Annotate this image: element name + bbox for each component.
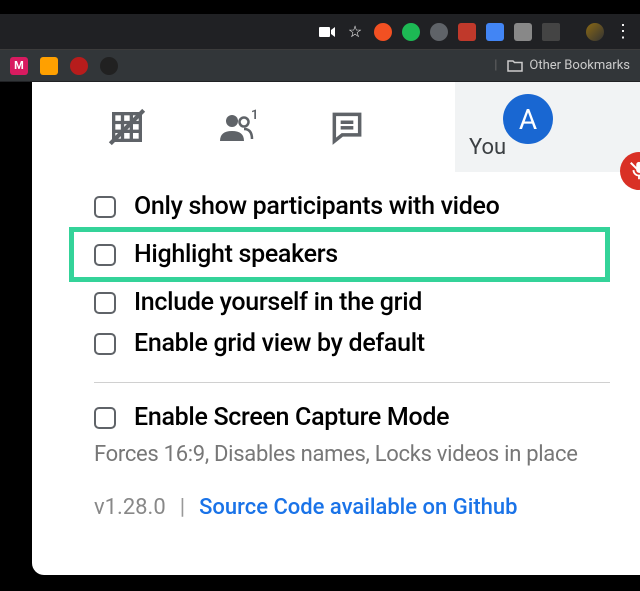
folder-icon [507,59,523,72]
browser-top-strip [0,0,640,14]
people-tab[interactable]: 1 [182,109,292,145]
option-label: Highlight speakers [134,240,338,269]
extension-icon[interactable] [374,23,392,41]
extension-icon[interactable] [542,23,560,41]
svg-text:1: 1 [251,109,258,123]
mic-off-icon [628,160,640,182]
source-link[interactable]: Source Code available on Github [199,495,517,520]
star-icon[interactable]: ☆ [346,23,364,41]
option-highlight-speakers[interactable]: Highlight speakers [94,238,565,271]
checkbox[interactable] [94,196,116,218]
avatar: A [503,94,553,144]
bookmark-icon[interactable]: M [10,57,28,75]
option-include-yourself[interactable]: Include yourself in the grid [94,282,610,323]
grid-off-icon [107,107,147,147]
people-icon: 1 [214,109,260,145]
highlight-annotation: Highlight speakers [69,227,610,282]
divider [94,382,610,383]
checkbox[interactable] [94,333,116,355]
option-description: Forces 16:9, Disables names, Locks video… [94,438,610,467]
checkbox[interactable] [94,292,116,314]
settings-panel: 1 You A [32,82,640,575]
panel-footer: v1.28.0 | Source Code available on Githu… [94,467,610,520]
meeting-stage: 1 You A [0,82,640,591]
option-label: Enable Screen Capture Mode [134,403,449,432]
checkbox[interactable] [94,244,116,266]
option-screen-capture[interactable]: Enable Screen Capture Mode [94,397,610,438]
extension-icon[interactable] [402,23,420,41]
chat-icon [328,108,366,146]
avatar-initial: A [519,103,537,136]
option-default-grid[interactable]: Enable grid view by default [94,323,610,364]
camera-icon[interactable] [318,23,336,41]
version-label: v1.28.0 [94,495,166,520]
separator-dot: | [180,495,185,520]
option-only-video[interactable]: Only show participants with video [94,186,610,227]
option-label: Include yourself in the grid [134,288,422,317]
bookmark-icon[interactable] [100,57,118,75]
checkbox[interactable] [94,407,116,429]
browser-toolbar: ☆ ⋮ [0,14,640,50]
self-label: You [469,135,506,160]
other-bookmarks-label: Other Bookmarks [529,58,630,73]
profile-avatar-icon[interactable] [586,23,604,41]
extension-icon[interactable] [430,23,448,41]
option-label: Only show participants with video [134,192,500,221]
tabs-row: 1 You A [32,82,640,172]
chat-tab[interactable] [292,108,402,146]
kebab-menu-icon[interactable]: ⋮ [614,23,632,41]
bookmark-icon[interactable] [40,57,58,75]
extension-icon[interactable] [458,23,476,41]
other-bookmarks-button[interactable]: | Other Bookmarks [494,58,630,73]
extension-icon[interactable] [514,23,532,41]
grid-off-tab[interactable] [72,107,182,147]
self-tile[interactable]: You A [455,82,640,172]
bookmark-icon[interactable] [70,57,88,75]
option-label: Enable grid view by default [134,329,425,358]
bookmarks-bar: M | Other Bookmarks [0,50,640,82]
options-list: Only show participants with video Highli… [32,172,640,530]
extension-icon[interactable] [486,23,504,41]
